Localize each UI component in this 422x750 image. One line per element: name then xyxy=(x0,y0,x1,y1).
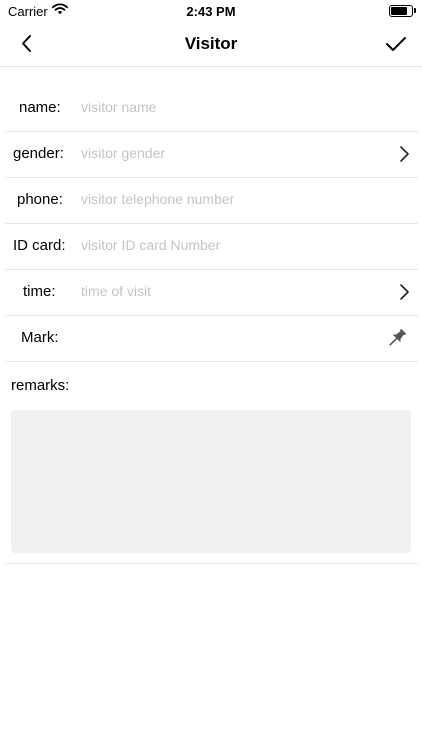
page-title: Visitor xyxy=(184,34,238,53)
id-card-row: ID card: xyxy=(5,223,418,270)
battery-cap xyxy=(414,8,416,13)
divider xyxy=(5,563,418,564)
name-row: name: xyxy=(5,85,418,132)
phone-row: phone: xyxy=(5,177,418,224)
checkmark-icon xyxy=(386,37,406,51)
time-row[interactable]: time: xyxy=(5,269,418,316)
id-card-label: ID card: xyxy=(13,237,66,254)
remarks-label: remarks: xyxy=(11,377,70,394)
chevron-right-icon[interactable] xyxy=(398,281,412,303)
mark-row: Mark: xyxy=(5,315,418,362)
status-time: 2:43 PM xyxy=(186,4,236,19)
status-bar: Carrier 2:43 PM xyxy=(0,0,422,22)
gender-label: gender: xyxy=(13,145,64,162)
battery-icon xyxy=(389,5,413,17)
phone-label: phone: xyxy=(17,191,63,208)
remarks-textarea[interactable] xyxy=(11,410,411,553)
phone-input[interactable] xyxy=(81,187,381,211)
mark-label: Mark: xyxy=(21,329,59,346)
done-button[interactable] xyxy=(382,30,410,58)
chevron-right-icon[interactable] xyxy=(398,143,412,165)
time-label: time: xyxy=(23,283,56,300)
gender-field[interactable] xyxy=(81,141,381,165)
time-field[interactable] xyxy=(81,279,381,303)
name-label: name: xyxy=(19,99,61,116)
id-card-input[interactable] xyxy=(81,233,381,257)
nav-bar: Visitor xyxy=(0,22,422,67)
name-input[interactable] xyxy=(81,95,381,119)
battery-fill xyxy=(391,7,407,15)
back-button[interactable] xyxy=(14,30,42,58)
pushpin-icon[interactable] xyxy=(386,327,408,349)
gender-row[interactable]: gender: xyxy=(5,131,418,178)
chevron-left-icon xyxy=(22,35,31,52)
